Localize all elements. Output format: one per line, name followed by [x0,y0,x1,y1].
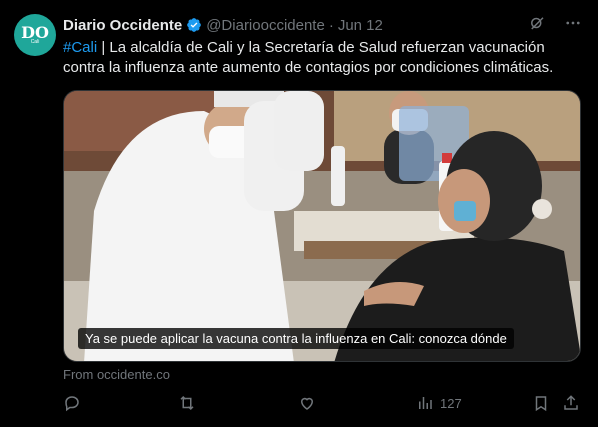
tweet-header: Diario Occidente @Diariooccidente · Jun … [63,15,383,35]
like-button[interactable] [298,394,316,412]
reply-icon [65,396,79,412]
tweet[interactable]: DO Cali Diario Occidente @Diariooccident… [0,0,598,427]
link-source[interactable]: From occidente.co [63,367,170,382]
separator-dot: · [328,16,334,34]
author-handle[interactable]: @Diariooccidente [206,17,325,34]
avatar-sub: Cali [30,38,40,45]
repost-button[interactable] [178,394,196,412]
avatar-logo: DO [21,22,49,42]
bookmark-icon [535,396,547,412]
more-icon[interactable] [564,14,582,32]
share-icon [564,395,578,410]
top-icons [528,14,582,32]
views-icon [419,397,432,409]
tweet-body: | La alcaldía de Cali y la Secretaría de… [63,39,554,76]
bookmark-button[interactable] [532,394,550,412]
media-card[interactable]: Ya se puede aplicar la vacuna contra la … [63,90,581,362]
vaccination-photo [64,91,580,361]
views-count: 127 [440,395,462,411]
repost-icon [180,395,194,411]
action-bar: 127 [63,394,583,414]
tweet-text: #Cali | La alcaldía de Cali y la Secreta… [63,38,583,78]
hashtag-link[interactable]: #Cali [63,39,97,56]
post-date[interactable]: Jun 12 [338,17,383,34]
author-name[interactable]: Diario Occidente [63,17,182,34]
share-button[interactable] [562,394,580,412]
reply-button[interactable] [63,394,81,412]
views-button[interactable]: 127 [416,394,462,412]
media-caption: Ya se puede aplicar la vacuna contra la … [78,328,514,349]
verified-badge-icon[interactable] [186,17,202,33]
grok-icon[interactable] [528,14,546,32]
like-icon [300,397,314,410]
avatar[interactable]: DO Cali [14,14,56,56]
